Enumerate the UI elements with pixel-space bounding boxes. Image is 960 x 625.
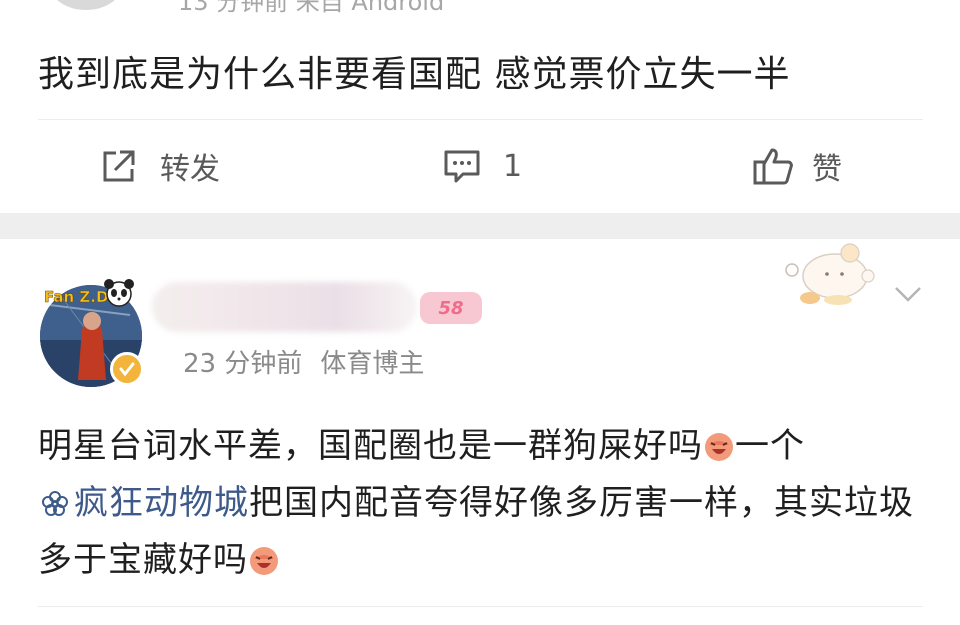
section-separator [0, 213, 960, 239]
comment-part2: 一个 [735, 426, 805, 466]
decoration-sticker-icon [780, 238, 890, 308]
comment-text: 明星台词水平差，国配圈也是一群狗屎好吗 一个 疯狂动物城把国内配音夸得好像多厉害一… [38, 418, 923, 589]
comment-icon [443, 147, 481, 185]
chevron-down-icon [895, 287, 921, 302]
post-meta: 13 分钟前 来自 Android [178, 0, 445, 16]
divider [38, 119, 923, 120]
topic-link-text[interactable]: 疯狂动物城 [74, 483, 249, 523]
comment-count: 1 [503, 148, 523, 184]
post-text: 我到底是为什么非要看国配 感觉票价立失一半 [38, 54, 791, 95]
thumbs-up-icon [752, 145, 794, 187]
avatar[interactable] [50, 0, 122, 10]
divider [38, 606, 923, 607]
comment-button[interactable]: 1 [443, 140, 522, 192]
laughing-emoji-icon [248, 538, 280, 575]
laughing-emoji-icon [703, 424, 735, 461]
panda-icon [102, 278, 136, 308]
like-button[interactable]: 赞 [752, 140, 842, 192]
repost-button[interactable]: 转发 [100, 140, 220, 192]
user-tag: 体育博主 [320, 349, 425, 379]
share-icon [100, 147, 138, 185]
repost-label: 转发 [160, 152, 220, 187]
username-blurred[interactable] [152, 282, 417, 332]
verified-badge-icon [110, 352, 144, 386]
post-meta: 23 分钟前 体育博主 [183, 343, 424, 380]
flower-topic-icon [40, 480, 70, 516]
post-time: 23 分钟前 [183, 349, 303, 379]
like-label: 赞 [812, 152, 842, 187]
comment-part1: 明星台词水平差，国配圈也是一群狗屎好吗 [38, 426, 703, 466]
topic-link[interactable]: 疯狂动物城 [38, 483, 249, 523]
level-badge: 58 [420, 292, 482, 324]
more-options-button[interactable] [893, 284, 923, 304]
